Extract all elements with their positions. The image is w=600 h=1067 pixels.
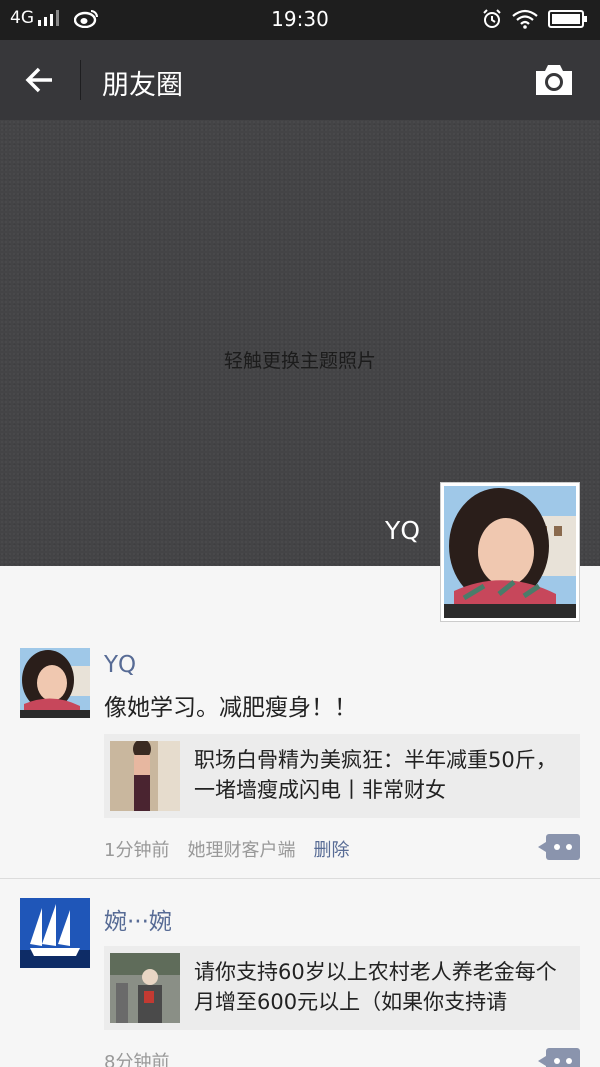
shared-link-card[interactable]: 职场白骨精为美疯狂：半年减重50斤，一堵墙瘦成闪电丨非常财女	[104, 734, 580, 818]
post-avatar[interactable]	[20, 648, 90, 718]
alarm-icon	[483, 9, 501, 28]
battery-icon	[548, 10, 587, 28]
camera-icon[interactable]	[534, 63, 574, 97]
shared-link-card[interactable]: 请你支持60岁以上农村老人养老金每个月增至600元以上（如果你支持请	[104, 946, 580, 1030]
post-text: 像她学习。减肥瘦身！！	[104, 695, 357, 721]
dot-icon	[554, 844, 560, 850]
owner-avatar[interactable]	[440, 482, 580, 622]
avatar	[444, 486, 576, 618]
post-avatar[interactable]	[20, 898, 90, 968]
post-meta: 8分钟前	[104, 1048, 169, 1067]
post-author[interactable]: YQ	[104, 652, 136, 678]
wifi-icon	[512, 9, 538, 29]
nav-bar: 朋友圈	[0, 40, 600, 120]
status-bar: 4G 19:30	[0, 0, 600, 40]
dot-icon	[566, 844, 572, 850]
moment-post: 婉···婉 请你支持60岁以上农村老人养老金每个月增至600元以上（如果你支持请…	[0, 898, 600, 1067]
post-meta: 1分钟前 她理财客户端 删除	[104, 836, 349, 862]
link-title: 请你支持60岁以上农村老人养老金每个月增至600元以上（如果你支持请	[194, 960, 557, 1015]
post-author[interactable]: 婉···婉	[104, 902, 172, 936]
post-time: 8分钟前	[104, 1052, 170, 1067]
link-thumbnail	[110, 953, 180, 1023]
moment-post: YQ 像她学习。减肥瘦身！！ 职场白骨精为美疯狂：半年减重50斤，一堵墙瘦成闪电…	[0, 648, 600, 878]
post-time: 1分钟前	[104, 840, 170, 861]
post-source: 她理财客户端	[187, 840, 296, 861]
delete-link[interactable]: 删除	[313, 836, 349, 862]
link-title: 职场白骨精为美疯狂：半年减重50斤，一堵墙瘦成闪电丨非常财女	[194, 748, 557, 803]
post-separator	[0, 878, 600, 879]
dot-icon	[554, 1058, 560, 1064]
link-thumbnail	[110, 741, 180, 811]
comment-button[interactable]	[538, 834, 580, 860]
cover-hint: 轻触更换主题照片	[223, 350, 376, 372]
back-arrow-icon[interactable]	[22, 62, 58, 98]
comment-button[interactable]	[538, 1048, 580, 1067]
page-title: 朋友圈	[102, 70, 183, 101]
owner-name: YQ	[385, 516, 420, 545]
nav-divider	[80, 60, 81, 100]
dot-icon	[566, 1058, 572, 1064]
